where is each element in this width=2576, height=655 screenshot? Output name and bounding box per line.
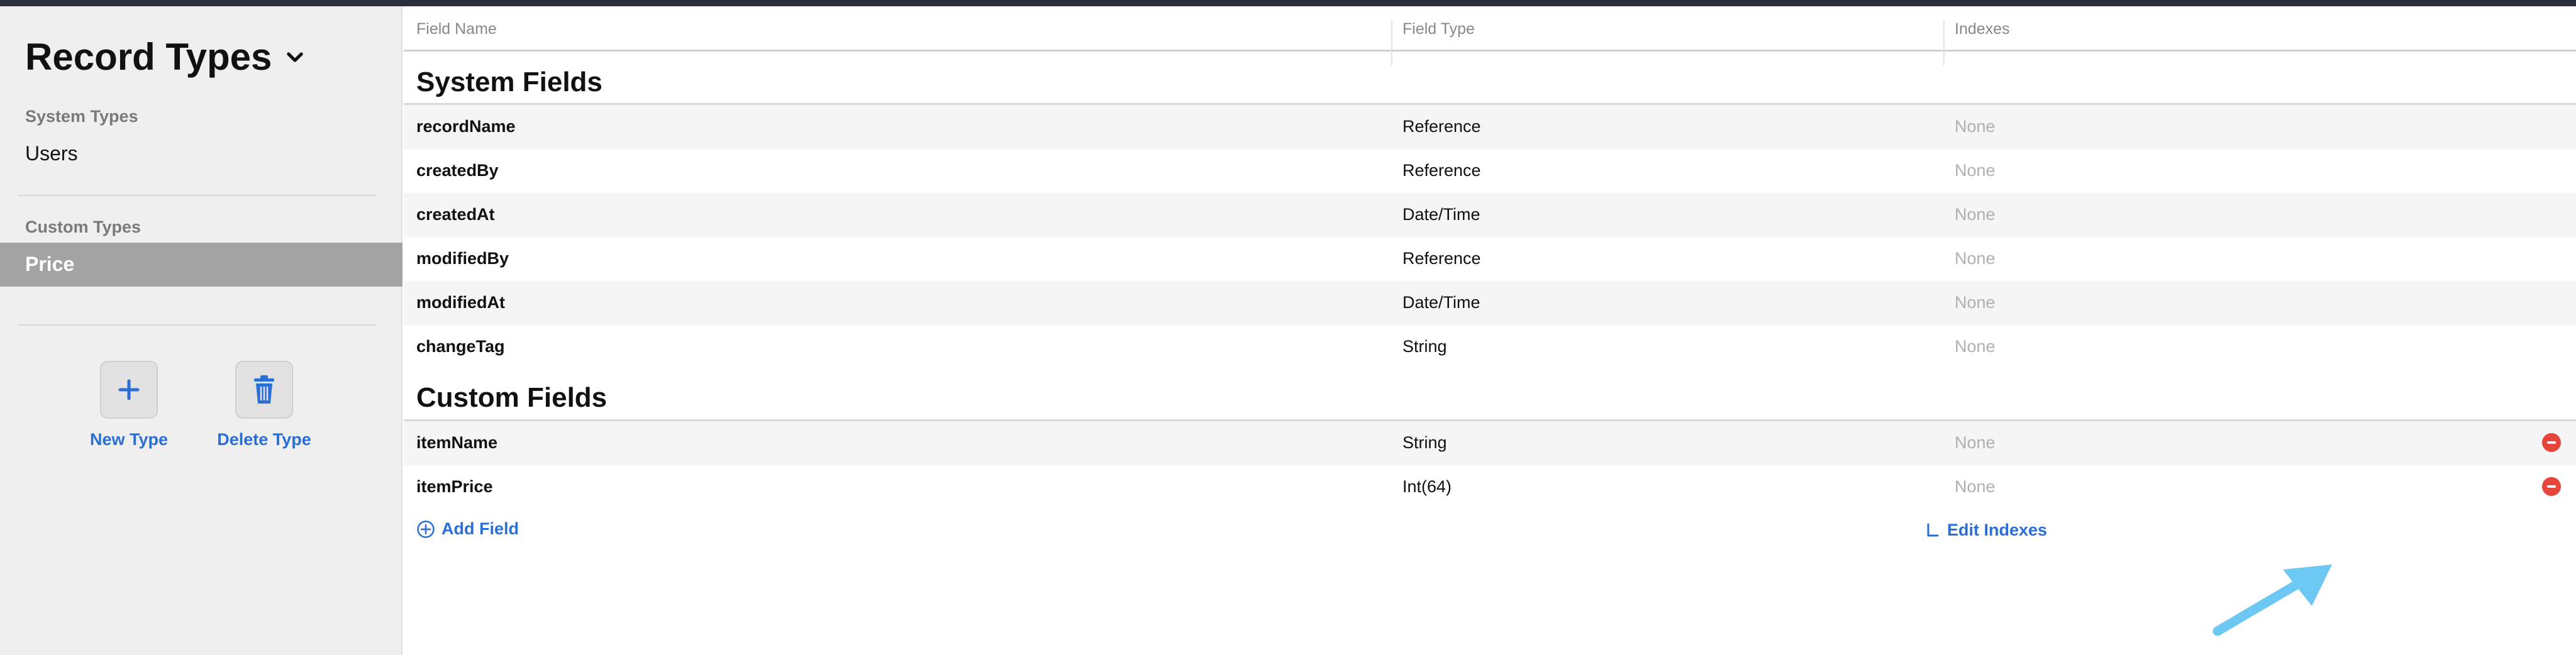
table-row[interactable]: createdAt Date/Time None: [404, 193, 2576, 237]
sidebar-item-users[interactable]: Users: [25, 142, 78, 165]
record-types-title[interactable]: Record Types: [25, 35, 306, 79]
column-header-field-name[interactable]: Field Name: [416, 20, 497, 38]
field-type: Reference: [1402, 249, 1481, 268]
field-name: itemName: [416, 433, 498, 452]
field-type: String: [1402, 433, 1447, 452]
index-corner-icon: [1927, 523, 1939, 536]
field-name: createdAt: [416, 205, 495, 224]
table-row[interactable]: itemPrice Int(64) None: [404, 465, 2576, 509]
sidebar-divider: [18, 324, 376, 326]
field-type: Reference: [1402, 161, 1481, 180]
field-index: None: [1955, 293, 1996, 312]
field-type: String: [1402, 337, 1447, 356]
edit-indexes-button[interactable]: Edit Indexes: [1926, 520, 2047, 540]
delete-type-button[interactable]: Delete Type: [195, 361, 333, 449]
field-name: changeTag: [416, 337, 505, 356]
system-types-label: System Types: [25, 107, 138, 126]
field-name: itemPrice: [416, 477, 493, 496]
sidebar-item-price-label: Price: [25, 253, 75, 275]
delete-type-label: Delete Type: [217, 430, 311, 449]
trash-icon: [235, 361, 293, 419]
new-type-button[interactable]: New Type: [60, 361, 198, 449]
field-index: None: [1955, 117, 1996, 136]
sidebar-divider: [18, 195, 376, 196]
field-index: None: [1955, 433, 1996, 452]
chevron-down-icon: [287, 52, 304, 62]
remove-field-icon[interactable]: [2542, 477, 2561, 496]
record-types-label: Record Types: [25, 36, 272, 78]
custom-fields-heading: Custom Fields: [416, 382, 608, 413]
column-header-row: Field Name Field Type Indexes: [404, 6, 2576, 65]
remove-field-icon[interactable]: [2542, 433, 2561, 452]
field-type: Date/Time: [1402, 205, 1480, 224]
field-index: None: [1955, 477, 1996, 496]
fields-table: Field Name Field Type Indexes System Fie…: [404, 6, 2576, 655]
table-row[interactable]: modifiedBy Reference None: [404, 237, 2576, 281]
field-name: createdBy: [416, 161, 499, 180]
plus-icon: [100, 361, 158, 419]
field-index: None: [1955, 249, 1996, 268]
field-type: Date/Time: [1402, 293, 1480, 312]
field-name: modifiedAt: [416, 293, 505, 312]
add-field-button[interactable]: Add Field: [416, 519, 519, 539]
field-type: Reference: [1402, 117, 1481, 136]
table-row[interactable]: changeTag String None: [404, 325, 2576, 369]
table-row[interactable]: recordName Reference None: [404, 105, 2576, 149]
table-row[interactable]: createdBy Reference None: [404, 149, 2576, 193]
system-fields-heading: System Fields: [416, 67, 602, 97]
field-name: recordName: [416, 117, 516, 136]
plus-circle-icon: [417, 520, 435, 538]
custom-types-label: Custom Types: [25, 217, 142, 236]
field-index: None: [1955, 161, 1996, 180]
column-divider[interactable]: [1943, 20, 1945, 65]
new-type-label: New Type: [89, 430, 169, 449]
table-row[interactable]: itemName String None: [404, 421, 2576, 465]
field-index: None: [1955, 205, 1996, 224]
add-field-label: Add Field: [441, 519, 519, 538]
window-top-strip: [0, 0, 2576, 6]
field-name: modifiedBy: [416, 249, 509, 268]
column-header-indexes[interactable]: Indexes: [1955, 20, 2010, 38]
annotation-arrow-icon: [2212, 564, 2332, 636]
sidebar: Record Types System Types Users Custom T…: [0, 6, 402, 655]
sidebar-item-price[interactable]: Price: [0, 243, 402, 287]
field-index: None: [1955, 337, 1996, 356]
edit-indexes-label: Edit Indexes: [1947, 520, 2048, 539]
column-divider[interactable]: [1391, 20, 1392, 65]
column-header-field-type[interactable]: Field Type: [1402, 20, 1475, 38]
table-row[interactable]: modifiedAt Date/Time None: [404, 281, 2576, 325]
field-type: Int(64): [1402, 477, 1452, 496]
